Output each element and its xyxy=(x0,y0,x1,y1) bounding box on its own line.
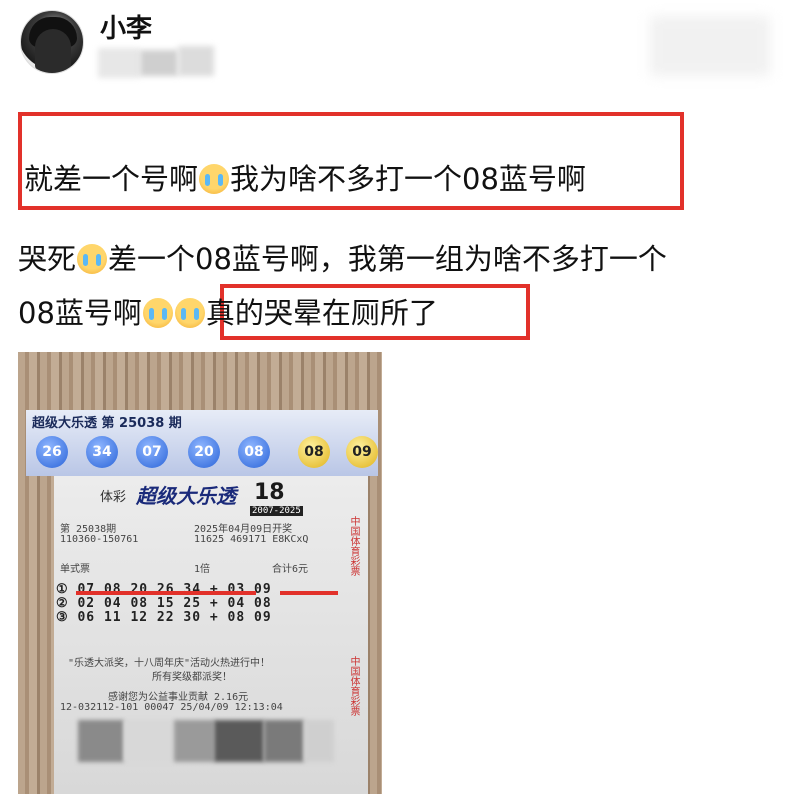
blurred-info xyxy=(140,50,178,76)
ticket-issue: 第 25038期 xyxy=(60,524,117,535)
post-text: 差一个08蓝号啊，我第一组为啥不多打一个 xyxy=(108,242,667,276)
post-text: 就差一个号啊 xyxy=(24,162,199,196)
crying-emoji-icon xyxy=(174,298,205,328)
blurred-info xyxy=(98,48,140,78)
front-ball: 07 xyxy=(136,436,168,468)
post-line-2: 哭死 差一个08蓝号啊，我第一组为啥不多打一个 xyxy=(18,236,667,278)
front-ball: 26 xyxy=(36,436,68,468)
post-line-3: 08蓝号啊 真的哭晕在厕所了 xyxy=(18,290,438,332)
ticket-side-text: 中国体育彩票 xyxy=(348,516,359,576)
ticket-serial-left: 110360-150761 xyxy=(60,534,139,545)
red-underline xyxy=(280,591,338,595)
post-text: 08蓝号啊 xyxy=(18,296,142,330)
blurred-area xyxy=(78,720,124,762)
ticket-side-text: 中国体育彩票 xyxy=(348,656,359,716)
ticket-draw-date: 2025年04月09日开奖 xyxy=(194,524,293,535)
ticket-total: 合计6元 xyxy=(272,564,309,575)
crying-emoji-icon xyxy=(199,164,230,194)
ticket-logo: 超级大乐透 xyxy=(136,484,236,508)
red-underline xyxy=(76,591,256,595)
ticket-brand: 体彩 xyxy=(100,490,127,505)
blurred-area xyxy=(264,720,304,762)
back-ball: 09 xyxy=(346,436,378,468)
draw-result-banner: 超级大乐透 第 25038 期 26 34 07 20 08 08 09 xyxy=(26,410,378,476)
ticket-multiplier: 1倍 xyxy=(194,564,211,575)
blurred-area xyxy=(304,720,334,762)
ticket-footer: 12-032112-101 00047 25/04/09 12:13:04 xyxy=(60,702,283,713)
anniversary-mark: 18 xyxy=(254,480,285,505)
post-text: 我为啥不多打一个08蓝号啊 xyxy=(230,162,586,196)
ticket-row-2: ② 02 04 08 15 25 + 04 08 xyxy=(56,596,272,611)
crying-emoji-icon xyxy=(142,298,173,328)
promo-line-2: 所有奖级都派奖！ xyxy=(152,672,232,683)
blurred-area xyxy=(214,720,264,762)
ticket-serial-right: 11625 469171 E8KCxQ xyxy=(194,534,309,545)
donation-line: 感谢您为公益事业贡献 2.16元 xyxy=(108,692,249,703)
promo-line-1: "乐透大派奖，十八周年庆"活动火热进行中！ xyxy=(68,658,271,669)
post-text: 哭死 xyxy=(18,242,77,276)
ticket-row-3: ③ 06 11 12 22 30 + 08 09 xyxy=(56,610,272,625)
blurred-info xyxy=(178,46,214,76)
front-ball: 34 xyxy=(86,436,118,468)
ticket-type: 单式票 xyxy=(60,564,90,575)
crying-emoji-icon xyxy=(77,244,108,274)
username[interactable]: 小李 xyxy=(100,8,152,45)
avatar-face xyxy=(35,29,71,73)
blurred-area xyxy=(124,720,174,762)
post-text: 真的哭晕在厕所了 xyxy=(205,296,438,330)
front-ball: 08 xyxy=(238,436,270,468)
lottery-ticket-photo[interactable]: 超级大乐透 第 25038 期 26 34 07 20 08 08 09 体彩 … xyxy=(18,352,382,794)
front-ball: 20 xyxy=(188,436,220,468)
banner-title: 超级大乐透 第 25038 期 xyxy=(32,416,182,431)
avatar[interactable] xyxy=(20,10,84,74)
post-line-1: 就差一个号啊 我为啥不多打一个08蓝号啊 xyxy=(24,156,586,198)
back-ball: 08 xyxy=(298,436,330,468)
blurred-area xyxy=(174,720,214,762)
anniversary-years: 2007-2025 xyxy=(250,506,303,516)
blurred-corner xyxy=(650,16,770,76)
